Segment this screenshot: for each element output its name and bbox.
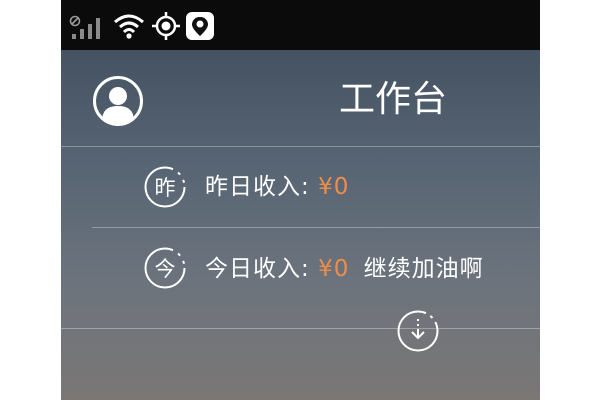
map-pin-icon (186, 12, 214, 40)
today-income-amount: ¥0 (318, 256, 350, 282)
yesterday-income-label: 昨日收入: (205, 174, 310, 200)
yesterday-income-text: 昨日收入: ¥0 (205, 172, 349, 202)
yesterday-income-row: 昨 昨日收入: ¥0 (61, 147, 540, 227)
user-avatar-icon[interactable] (92, 75, 144, 127)
app-header: 工作台 (61, 50, 540, 146)
today-income-label: 今日收入: (205, 256, 310, 282)
bottom-divider (61, 328, 540, 329)
signal-bars-icon (69, 15, 100, 39)
expand-down-icon[interactable] (397, 310, 439, 352)
app-screen: 工作台 昨 昨日收入: ¥0 今 今日收入: ¥0 继续加油啊 (61, 0, 540, 400)
today-badge-text: 今 (155, 257, 176, 281)
status-bar (61, 0, 540, 50)
yesterday-badge-icon: 昨 (144, 166, 186, 208)
today-badge-icon: 今 (144, 247, 186, 289)
yesterday-badge-text: 昨 (155, 176, 176, 200)
yesterday-income-amount: ¥0 (318, 174, 350, 200)
wifi-icon (114, 14, 144, 39)
gps-icon (152, 12, 180, 40)
today-income-row: 今 今日收入: ¥0 继续加油啊 (61, 228, 540, 308)
encouragement-text: 继续加油啊 (363, 256, 484, 282)
page-title: 工作台 (339, 79, 448, 120)
today-income-text: 今日收入: ¥0 继续加油啊 (205, 254, 484, 284)
